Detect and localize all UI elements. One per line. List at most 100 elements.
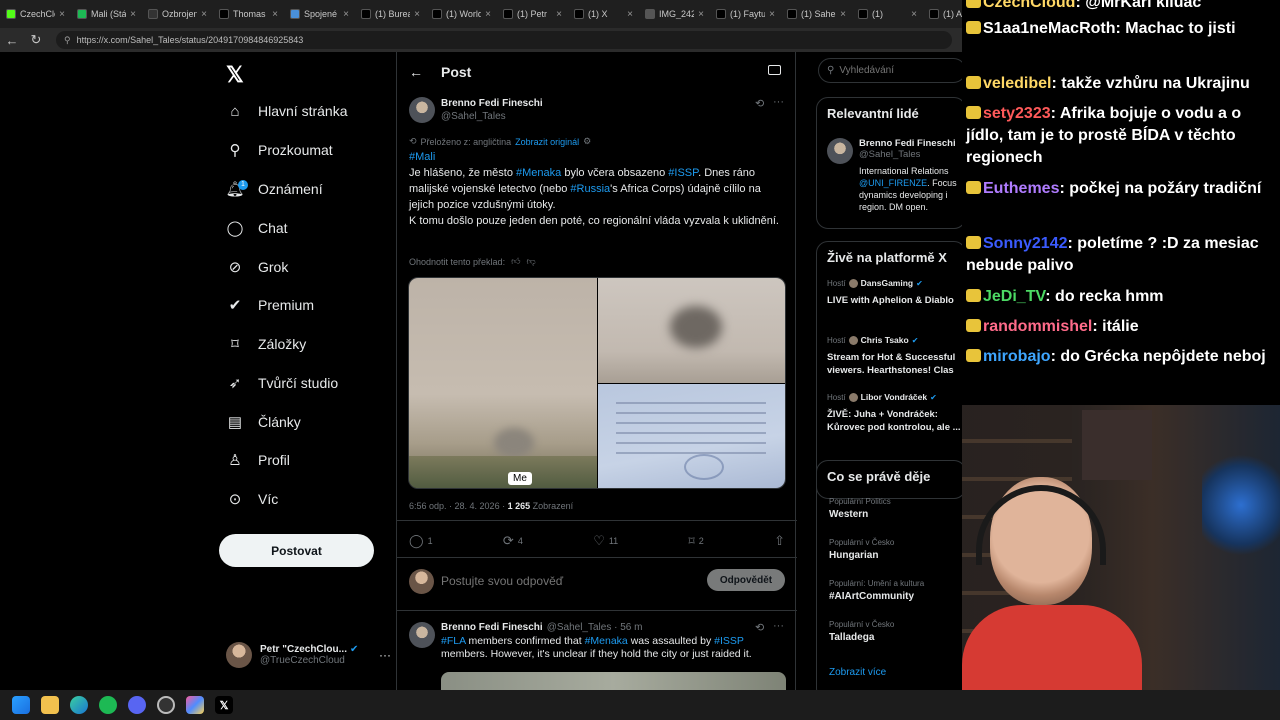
reply-submit-button[interactable]: Odpovědět [707,569,785,591]
live-item[interactable]: Hostí DansGaming ✔ LIVE with Aphelion & Dia… [827,278,962,307]
reply-button[interactable]: ◯ 1 [409,533,433,549]
chat-username[interactable]: JeDi_TV [983,288,1045,305]
author-handle[interactable]: @Sahel_Tales [441,111,543,122]
browser-tab[interactable]: Mali (Stál × [71,0,142,28]
edge-browser-icon[interactable] [70,696,88,714]
copilot-icon[interactable] [186,696,204,714]
hashtag-link[interactable]: #Menaka [516,167,561,179]
close-icon[interactable]: × [272,9,278,20]
hashtag-link[interactable]: #ISSP [668,167,698,179]
chat-username[interactable]: S1aa1neMacRoth [983,20,1116,37]
more-dots-icon[interactable]: ··· [773,96,784,108]
thumbs-up-icon[interactable]: 👍︎ [511,256,520,267]
browser-tab[interactable]: Spojené × [284,0,355,28]
nav-item-home[interactable]: ⌂ Hlavní stránka [226,97,347,125]
author-avatar[interactable] [409,97,435,123]
more-dots-icon[interactable]: ··· [773,620,784,632]
live-title[interactable]: Stream for Hot & Successful viewers. Hea… [827,351,962,377]
trend-item[interactable]: Populární: Umění a kultura #AIArtCommunit… [829,579,962,602]
more-dots-icon[interactable]: ··· [379,648,391,662]
share-button[interactable]: ⇧ [774,533,785,549]
like-button[interactable]: ♡ 11 [593,533,618,549]
live-title[interactable]: LIVE with Aphelion & Diablo [827,294,962,307]
browser-tab[interactable]: (1) Sahel × [781,0,852,28]
x-app-icon[interactable]: 𝕏 [215,696,233,714]
nav-item-bell[interactable]: 🔔︎ 1 Oznámení [225,175,323,203]
search-box[interactable]: ⚲ [818,58,962,83]
site-info-icon[interactable]: ⚲ [64,35,71,46]
url-field[interactable]: ⚲ https://x.com/Sahel_Tales/status/20491… [56,31,952,49]
browser-tab[interactable]: (1) World × [426,0,497,28]
close-icon[interactable]: × [911,9,917,20]
browser-tab[interactable]: (1) Faytu × [710,0,781,28]
hashtag-link[interactable]: #Mali [409,151,435,163]
live-item[interactable]: Hostí Libor Vondráček ✔ ŽIVĚ: Juha + Vondrá… [827,392,962,434]
media-photo-document[interactable] [598,384,785,488]
browser-tab[interactable]: CzechClo × [0,0,71,28]
search-input[interactable] [839,65,950,76]
nav-item-grok[interactable]: ⊘ Grok [226,253,289,281]
close-icon[interactable]: × [556,9,562,20]
browser-tab[interactable]: Ozbrojen × [142,0,213,28]
reply-handle-time[interactable]: @Sahel_Tales · 56 m [547,622,643,633]
nav-item-person[interactable]: ♙ Profil [226,446,290,474]
reply-author-avatar[interactable] [409,622,435,648]
relevant-avatar[interactable] [827,138,853,164]
hashtag-link[interactable]: #FLA [441,635,466,647]
trend-item[interactable]: Populární Politics Western [829,497,962,520]
windows-start-icon[interactable] [12,696,30,714]
x-logo-icon[interactable]: 𝕏 [226,62,244,88]
chat-username[interactable]: veledibel [983,75,1051,92]
close-icon[interactable]: × [485,9,491,20]
hashtag-link[interactable]: #ISSP [714,635,744,647]
close-icon[interactable]: × [840,9,846,20]
live-title[interactable]: ŽIVĚ: Juha + Vondráček: Kůrovec pod kont… [827,408,962,434]
author-name[interactable]: Brenno Fedi Fineschi [441,98,543,109]
relevant-handle[interactable]: @Sahel_Tales [859,149,962,160]
nav-item-chat[interactable]: ◯ Chat [226,214,288,242]
browser-tab[interactable]: IMG_242 × [639,0,710,28]
close-icon[interactable]: × [627,9,633,20]
mention-link[interactable]: @UNI_FIRENZE [859,178,927,188]
grok-icon[interactable]: ⟲ [755,621,764,634]
host-name[interactable]: Chris Tsako [861,335,909,345]
hashtag-link[interactable]: #Menaka [585,635,628,647]
show-more-link[interactable]: Zobrazit více [829,667,886,678]
chat-username[interactable]: mirobajo [983,348,1051,365]
close-icon[interactable]: × [130,9,136,20]
live-item[interactable]: Hostí Chris Tsako ✔ Stream for Hot & Succes… [827,335,962,377]
reload-icon[interactable]: ↻ [24,32,48,48]
repost-button[interactable]: ⟳ 4 [503,533,523,549]
nav-item-rocket[interactable]: ➶ Tvůrčí studio [226,369,338,397]
host-name[interactable]: DansGaming [861,278,913,288]
nav-item-article[interactable]: ▤ Články [226,408,301,436]
relevant-name[interactable]: Brenno Fedi Fineschi [859,138,962,149]
settings-icon[interactable]: ⚙ [583,136,591,147]
nav-item-more[interactable]: ⊙ Víc [226,485,279,513]
browser-tab[interactable]: (1) × [852,0,923,28]
trend-item[interactable]: Populární v Česko Hungarian [829,538,962,561]
reply-author-name[interactable]: Brenno Fedi Fineschi [441,622,543,633]
show-original-link[interactable]: Zobrazit originál [515,137,579,147]
back-arrow-icon[interactable]: ← [0,33,24,48]
grok-icon[interactable]: ⟲ [755,97,764,110]
browser-tab[interactable]: (1) Petr × [497,0,568,28]
close-icon[interactable]: × [414,9,420,20]
back-arrow-icon[interactable]: ← [409,64,423,80]
reply-input[interactable] [441,572,691,590]
media-alt-badge[interactable]: Me [508,472,532,485]
close-icon[interactable]: × [343,9,349,20]
chat-username[interactable]: randommishel [983,318,1092,335]
close-icon[interactable]: × [201,9,207,20]
reader-mode-icon[interactable] [768,65,781,75]
chat-username[interactable]: Sonny2142 [983,235,1067,252]
nav-item-premium[interactable]: ✔ Premium [226,291,314,319]
media-photo-smoke-field[interactable]: Me [409,278,597,488]
browser-tab[interactable]: (1) X × [568,0,639,28]
chat-username[interactable]: CzechCloud [983,0,1075,11]
account-switcher[interactable]: Petr "CzechClou... ✔ @TrueCzechCloud ··· [226,637,391,673]
media-photo-smoke-plume[interactable] [598,278,785,383]
file-explorer-icon[interactable] [41,696,59,714]
browser-tab[interactable]: (1) Burea × [355,0,426,28]
post-button[interactable]: Postovat [219,534,374,567]
